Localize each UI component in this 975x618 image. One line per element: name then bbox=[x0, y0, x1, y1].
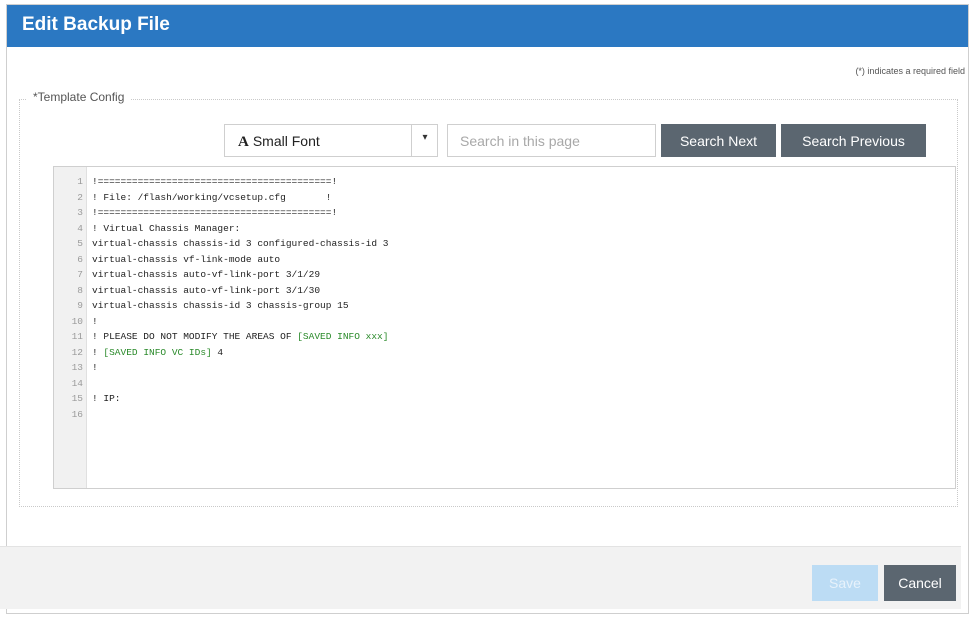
line-number: 5 bbox=[77, 238, 83, 249]
code-segment: 4 bbox=[211, 346, 224, 358]
code-segment: ! bbox=[92, 346, 104, 358]
line-number: 11 bbox=[71, 331, 83, 342]
config-code-editor[interactable]: 1 !======================================… bbox=[53, 166, 956, 489]
code-segment: ! bbox=[92, 315, 98, 327]
line-number: 12 bbox=[71, 346, 83, 358]
code-text: ! Virtual Chassis Manager: bbox=[92, 222, 240, 235]
code-text: virtual-chassis auto-vf-link-port 3/1/29 bbox=[92, 268, 320, 281]
code-segment: virtual-chassis auto-vf-link-port 3/1/29 bbox=[92, 269, 321, 280]
line-number: 14 bbox=[71, 377, 83, 389]
dialog-header: Edit Backup File bbox=[7, 5, 968, 47]
code-line: 5 virtual-chassis chassis-id 3 configured… bbox=[54, 237, 914, 250]
line-number: 8 bbox=[77, 284, 83, 296]
line-number: 1 bbox=[77, 176, 83, 187]
code-segment: virtual-chassis chassis-id 3 chassis-gro… bbox=[92, 300, 349, 311]
code-segment: ! PLEASE DO NOT MODIFY THE AREAS OF bbox=[92, 331, 298, 342]
line-number: 6 bbox=[77, 253, 83, 265]
code-line: 9 virtual-chassis chassis-id 3 chassis-gr… bbox=[54, 299, 914, 312]
code-segment: !=======================================… bbox=[92, 207, 338, 218]
code-segment: ! bbox=[92, 362, 98, 373]
line-number: 4 bbox=[77, 222, 83, 234]
code-line: 4 ! Virtual Chassis Manager: bbox=[54, 222, 914, 235]
code-segment: virtual-chassis auto-vf-link-port 3/1/30 bbox=[92, 284, 321, 296]
code-line: 1 !======================================… bbox=[54, 175, 914, 188]
code-line: 7 virtual-chassis auto-vf-link-port 3/1/2… bbox=[54, 268, 914, 281]
code-text: virtual-chassis vf-link-mode auto bbox=[92, 253, 280, 266]
code-highlight: [SAVED INFO VC IDs] bbox=[103, 346, 212, 358]
code-segment: !=======================================… bbox=[92, 176, 338, 187]
font-icon: A bbox=[238, 134, 249, 150]
line-number: 2 bbox=[77, 191, 83, 203]
code-line: 6 virtual-chassis vf-link-mode auto bbox=[54, 253, 914, 266]
code-line: 10! bbox=[54, 315, 914, 328]
chevron-down-icon[interactable]: ▾ bbox=[417, 132, 433, 143]
code-text: virtual-chassis auto-vf-link-port 3/1/30 bbox=[92, 284, 320, 297]
code-line: 15 ! IP: bbox=[54, 392, 914, 405]
code-segment: virtual-chassis chassis-id 3 configured-… bbox=[92, 238, 389, 249]
required-field-note: (*) indicates a required field bbox=[855, 66, 965, 76]
code-text: ! PLEASE DO NOT MODIFY THE AREAS OF [SAV… bbox=[92, 330, 388, 343]
line-number: 9 bbox=[77, 300, 83, 311]
font-size-select[interactable]: A Small Font ▾ bbox=[224, 124, 438, 157]
code-text: ! File: /flash/working/vcsetup.cfg ! bbox=[92, 191, 331, 204]
code-segment: ! File: /flash/working/vcsetup.cfg ! bbox=[92, 191, 332, 203]
code-line: 14 bbox=[54, 377, 914, 390]
cancel-button[interactable]: Cancel bbox=[884, 565, 956, 601]
code-line: 16 bbox=[54, 408, 914, 421]
search-next-button[interactable]: Search Next bbox=[661, 124, 776, 157]
search-previous-button[interactable]: Search Previous bbox=[781, 124, 926, 157]
line-number: 3 bbox=[77, 207, 83, 218]
line-number: 7 bbox=[77, 269, 83, 280]
code-line: 2 ! File: /flash/working/vcsetup.cfg ! bbox=[54, 191, 914, 204]
template-config-legend: *Template Config bbox=[27, 90, 131, 104]
search-input[interactable] bbox=[447, 124, 656, 157]
select-divider bbox=[411, 125, 412, 156]
dialog-title: Edit Backup File bbox=[22, 14, 170, 35]
code-text: virtual-chassis chassis-id 3 configured-… bbox=[92, 237, 388, 250]
code-segment: ! IP: bbox=[92, 393, 121, 404]
font-select-label: Small Font bbox=[252, 133, 320, 149]
code-text: ! IP: bbox=[92, 392, 121, 405]
line-number: 13 bbox=[71, 362, 83, 373]
code-text: !=======================================… bbox=[92, 206, 337, 219]
code-segment: ! Virtual Chassis Manager: bbox=[92, 222, 241, 234]
code-text: !=======================================… bbox=[92, 175, 337, 188]
save-button[interactable]: Save bbox=[812, 565, 878, 601]
code-line: 8 virtual-chassis auto-vf-link-port 3/1/3… bbox=[54, 284, 914, 297]
code-line: 3 !======================================… bbox=[54, 206, 914, 219]
code-text: virtual-chassis chassis-id 3 chassis-gro… bbox=[92, 299, 349, 312]
code-line: 11 ! PLEASE DO NOT MODIFY THE AREAS OF [S… bbox=[54, 330, 914, 343]
code-segment: virtual-chassis vf-link-mode auto bbox=[92, 253, 281, 265]
line-number: 16 bbox=[71, 408, 83, 420]
code-text: ! bbox=[92, 361, 98, 374]
line-number: 10 bbox=[71, 315, 83, 327]
code-line: 13! bbox=[54, 361, 914, 374]
code-line: 12! [SAVED INFO VC IDs] 4 bbox=[54, 346, 914, 359]
code-highlight: [SAVED INFO xxx] bbox=[297, 331, 389, 342]
code-text: ! bbox=[92, 315, 98, 328]
line-number: 15 bbox=[71, 393, 83, 404]
code-text: ! [SAVED INFO VC IDs] 4 bbox=[92, 346, 223, 359]
